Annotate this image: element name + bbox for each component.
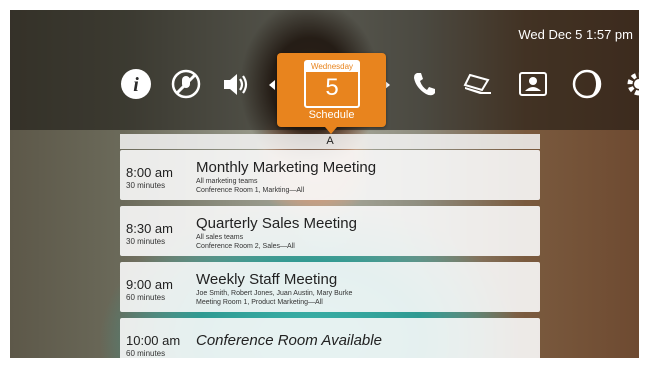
volume-icon[interactable] — [220, 68, 252, 100]
meeting-row[interactable]: 8:30 am 30 minutes Quarterly Sales Meeti… — [120, 206, 540, 256]
meeting-title: Quarterly Sales Meeting — [196, 215, 357, 232]
schedule-button[interactable]: Wednesday 5 Schedule — [277, 53, 386, 134]
meeting-row[interactable]: 10:00 am 60 minutes Conference Room Avai… — [120, 318, 540, 358]
video-background: Wed Dec 5 1:57 pm i Wednesday 5 Schedule… — [10, 10, 639, 358]
meeting-duration: 30 minutes — [126, 181, 166, 190]
meeting-location: Meeting Room 1, Product Marketing—All — [196, 299, 323, 306]
meeting-duration: 60 minutes — [126, 349, 166, 358]
calendar-weekday: Wednesday — [306, 62, 358, 72]
meeting-time: 10:00 am — [126, 333, 181, 348]
meeting-time: 8:00 am — [126, 165, 173, 180]
meeting-duration: 30 minutes — [126, 237, 166, 246]
meeting-list: 8:00 am 30 minutes Monthly Marketing Mee… — [120, 150, 540, 358]
meeting-row[interactable]: 8:00 am 30 minutes Monthly Marketing Mee… — [120, 150, 540, 200]
meeting-attendees: All sales teams — [196, 234, 244, 241]
schedule-label: Schedule — [308, 109, 355, 121]
mute-microphone-icon[interactable] — [170, 68, 202, 100]
calendar-icon: Wednesday 5 — [304, 60, 360, 108]
meeting-attendees: Joe Smith, Robert Jones, Juan Austin, Ma… — [196, 290, 353, 297]
settings-icon[interactable] — [623, 68, 639, 100]
info-icon[interactable]: i — [120, 68, 152, 100]
meeting-title: Monthly Marketing Meeting — [196, 159, 377, 176]
laptop-share-icon[interactable] — [462, 68, 494, 100]
presentation-icon[interactable] — [517, 68, 549, 100]
meeting-title: Conference Room Available — [196, 332, 382, 349]
meeting-row[interactable]: 9:00 am 60 minutes Weekly Staff Meeting … — [120, 262, 540, 312]
meeting-title: Weekly Staff Meeting — [196, 271, 338, 288]
meeting-duration: 60 minutes — [126, 293, 166, 302]
meeting-time: 9:00 am — [126, 277, 173, 292]
meeting-time: 8:30 am — [126, 221, 173, 236]
phone-icon[interactable] — [408, 68, 440, 100]
date-time: Wed Dec 5 1:57 pm — [518, 27, 633, 42]
calendar-day: 5 — [325, 74, 339, 101]
svg-text:i: i — [133, 74, 139, 96]
meeting-location: Conference Room 1, Markting—All — [196, 187, 305, 194]
section-letter: A — [120, 134, 540, 149]
meeting-attendees: All marketing teams — [196, 178, 258, 185]
do-not-disturb-icon[interactable] — [571, 68, 603, 100]
meeting-location: Conference Room 2, Sales—All — [196, 243, 295, 250]
previous-arrow-icon[interactable] — [269, 80, 275, 90]
